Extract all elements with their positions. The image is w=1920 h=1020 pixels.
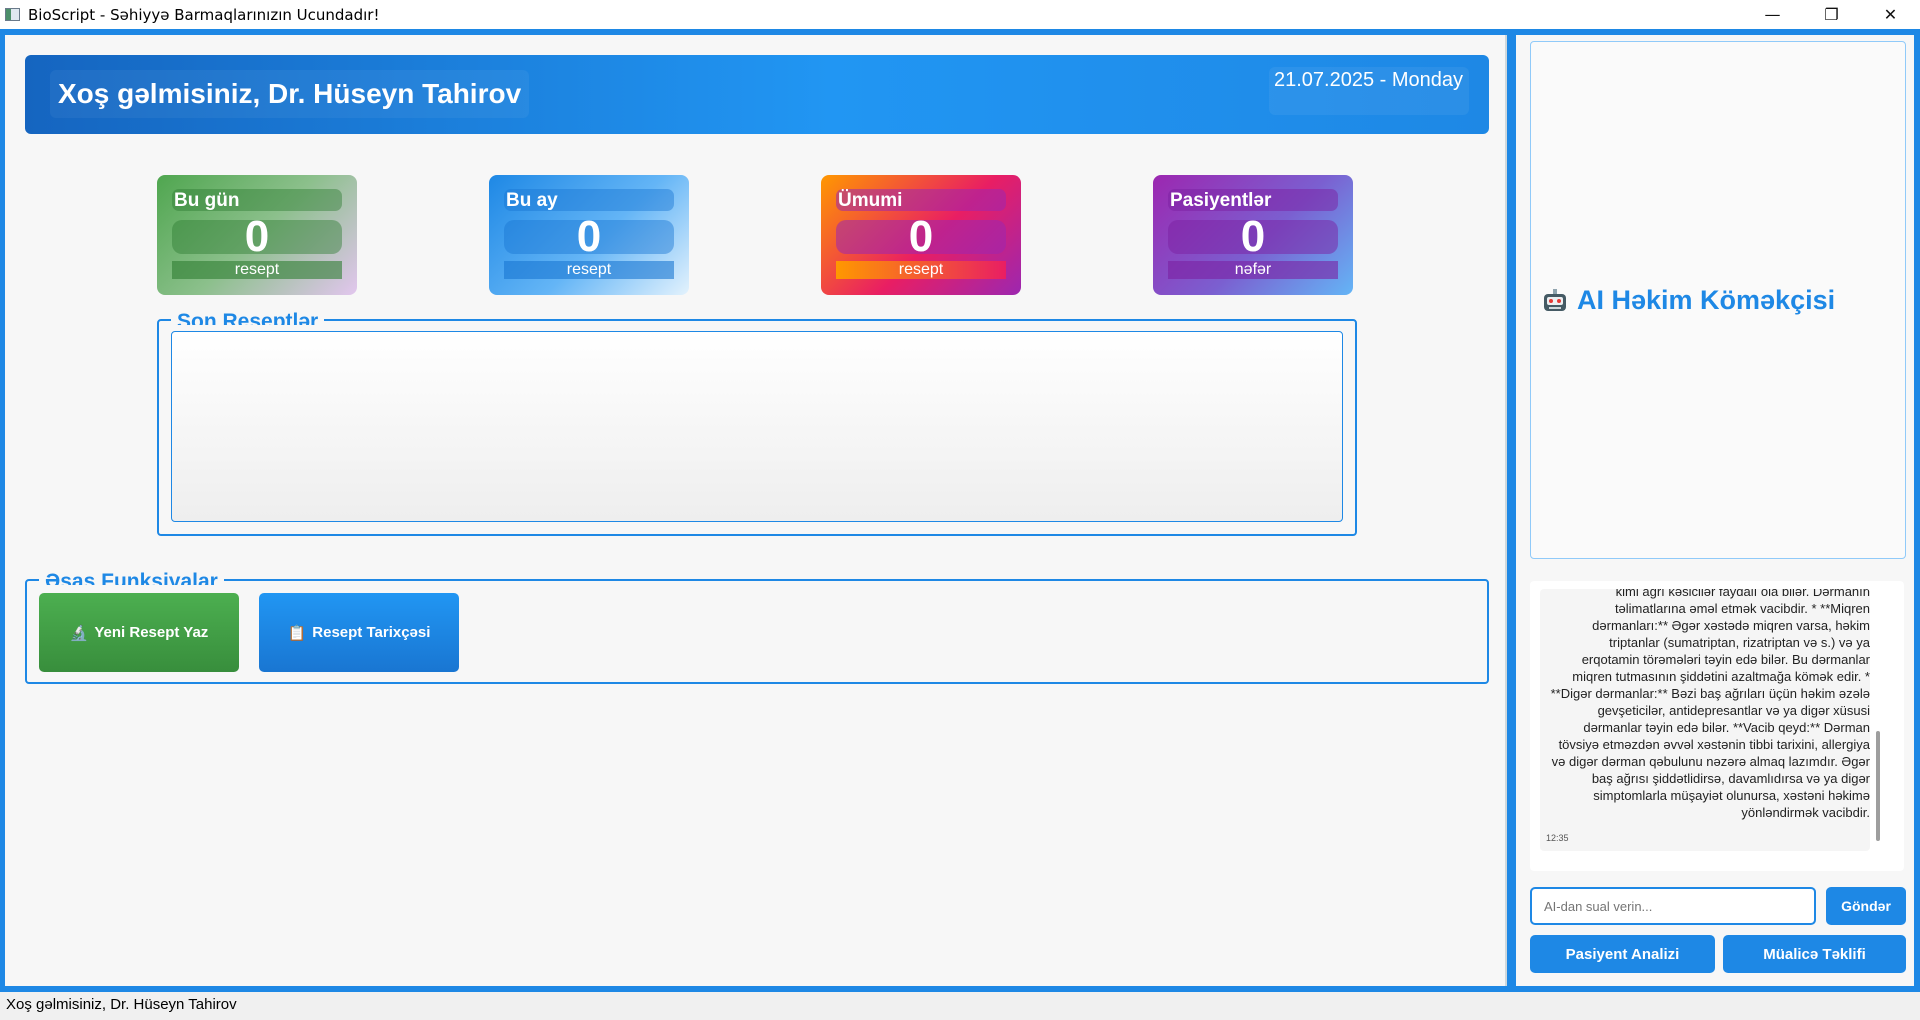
- stat-unit: resept: [836, 261, 1006, 279]
- group-title: Əsas Funksiyalar: [39, 571, 224, 585]
- treatment-suggestion-button[interactable]: Müalicə Təklifi: [1723, 935, 1906, 973]
- button-label: Yeni Resept Yaz: [94, 624, 209, 641]
- ai-assistant-panel: AI Həkim Köməkçisi şiddətli baş ağrıları…: [1516, 35, 1914, 986]
- stat-label: Pasiyentlər: [1168, 189, 1338, 211]
- patient-analysis-button[interactable]: Pasiyent Analizi: [1530, 935, 1715, 973]
- group-title: Son Reseptlər: [171, 311, 325, 325]
- ai-title-text: AI Həkim Köməkçisi: [1577, 285, 1836, 315]
- stat-label: Bu ay: [504, 189, 674, 211]
- stat-card-total: Ümumi 0 resept: [821, 175, 1021, 295]
- stat-value: 0: [1168, 215, 1338, 259]
- robot-icon: [1544, 288, 1566, 311]
- clipboard-icon: 📋: [287, 624, 307, 642]
- status-bar: Xoş gəlmisiniz, Dr. Hüseyn Tahirov: [0, 992, 1920, 1020]
- recent-prescriptions-group: Son Reseptlər: [157, 311, 1357, 536]
- stat-label: Ümumi: [836, 189, 1006, 211]
- stat-card-month: Bu ay 0 resept: [489, 175, 689, 295]
- recent-prescriptions-list[interactable]: [171, 331, 1343, 522]
- window-title: BioScript - Səhiyyə Barmaqlarınızın Ucun…: [28, 5, 380, 24]
- send-button[interactable]: Göndər: [1826, 887, 1906, 925]
- title-bar: BioScript - Səhiyyə Barmaqlarınızın Ucun…: [0, 0, 1920, 29]
- button-label: Resept Tarixçəsi: [312, 624, 431, 641]
- stat-card-today: Bu gün 0 resept: [157, 175, 357, 295]
- minimize-button[interactable]: —: [1743, 0, 1802, 29]
- stat-label: Bu gün: [172, 189, 342, 211]
- chat-scrollbar[interactable]: [1876, 731, 1880, 841]
- ai-question-input[interactable]: [1530, 887, 1816, 925]
- microscope-icon: 🔬: [69, 624, 89, 642]
- stat-value: 0: [836, 215, 1006, 259]
- prescription-history-button[interactable]: 📋 Resept Tarixçəsi: [259, 593, 459, 672]
- stat-value: 0: [172, 215, 342, 259]
- ai-header-box: AI Həkim Köməkçisi: [1530, 41, 1906, 559]
- app-icon: [5, 8, 20, 21]
- welcome-text: Xoş gəlmisiniz, Dr. Hüseyn Tahirov: [50, 70, 530, 118]
- main-functions-group: Əsas Funksiyalar 🔬 Yeni Resept Yaz 📋 Res…: [25, 571, 1489, 684]
- stat-unit: resept: [504, 261, 674, 279]
- main-window: Xoş gəlmisiniz, Dr. Hüseyn Tahirov 21.07…: [0, 29, 1920, 992]
- stat-value: 0: [504, 215, 674, 259]
- date-label: 21.07.2025 - Monday: [1269, 67, 1469, 115]
- window-controls: — ❐ ✕: [1743, 0, 1920, 29]
- stat-unit: resept: [172, 261, 342, 279]
- chat-area[interactable]: şiddətli baş ağrıları üçün parasetamol v…: [1530, 581, 1904, 871]
- close-button[interactable]: ✕: [1861, 0, 1920, 29]
- ai-title: AI Həkim Köməkçisi: [1541, 285, 1835, 316]
- dashboard-panel: Xoş gəlmisiniz, Dr. Hüseyn Tahirov 21.07…: [5, 35, 1507, 986]
- message-text: şiddətli baş ağrıları üçün parasetamol v…: [1550, 589, 1870, 820]
- stat-unit: nəfər: [1168, 261, 1338, 279]
- stat-card-patients: Pasiyentlər 0 nəfər: [1153, 175, 1353, 295]
- ai-message: şiddətli baş ağrıları üçün parasetamol v…: [1540, 589, 1870, 851]
- welcome-header: Xoş gəlmisiniz, Dr. Hüseyn Tahirov 21.07…: [25, 55, 1489, 134]
- new-prescription-button[interactable]: 🔬 Yeni Resept Yaz: [39, 593, 239, 672]
- message-time: 12:35: [1546, 833, 1569, 843]
- maximize-button[interactable]: ❐: [1802, 0, 1861, 29]
